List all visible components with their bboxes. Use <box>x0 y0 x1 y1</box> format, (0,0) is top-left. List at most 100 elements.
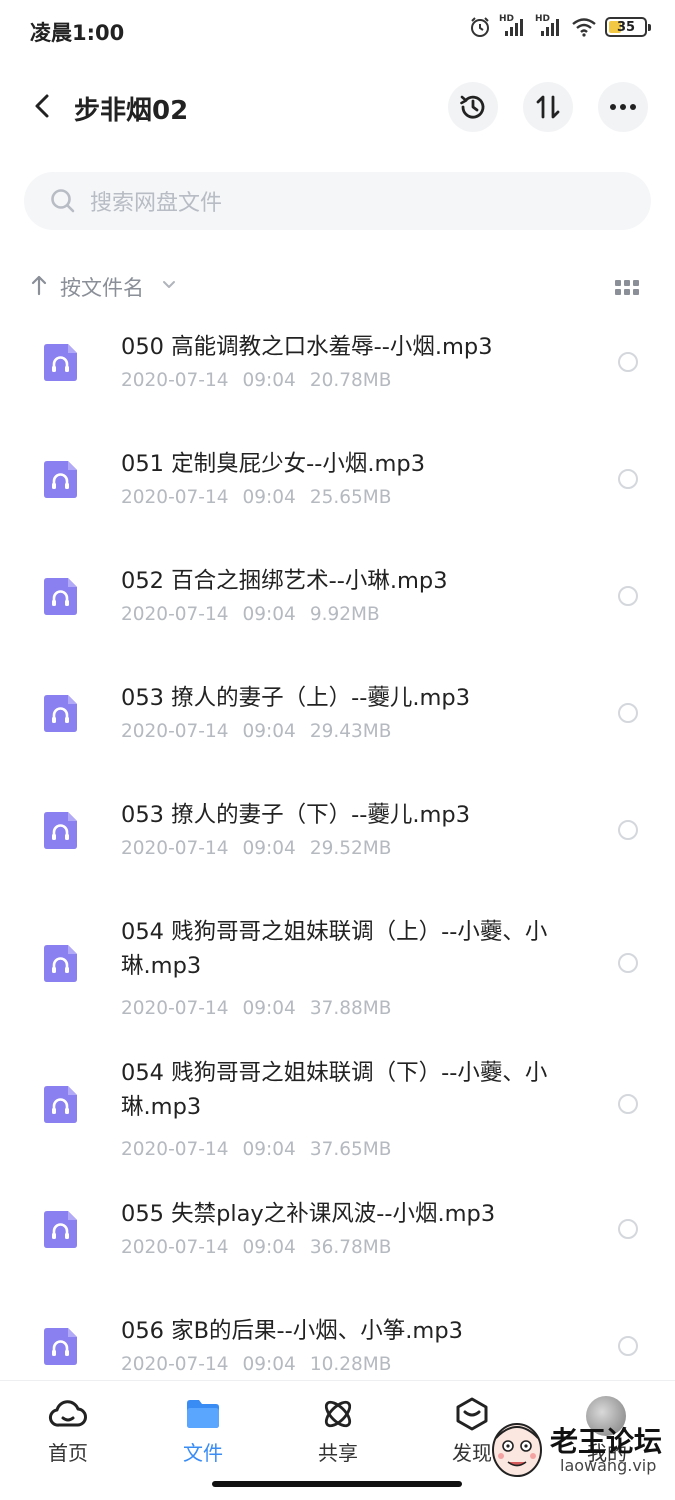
audio-file-icon <box>44 461 77 498</box>
file-size: 29.43MB <box>309 721 392 742</box>
file-row[interactable]: 055 失禁play之补课风波--小烟.mp3 2020-07-14 09:04 36… <box>0 1183 675 1300</box>
cell-signal-icon <box>505 19 523 36</box>
file-date: 2020-07-14 <box>121 998 229 1019</box>
grid-view-icon[interactable] <box>615 278 639 296</box>
status-time: 凌晨1:00 <box>30 21 125 45</box>
sort-row: 按文件名 <box>30 268 645 304</box>
select-checkbox[interactable] <box>618 469 638 489</box>
nav-share[interactable]: 共享 <box>288 1397 388 1466</box>
select-checkbox[interactable] <box>618 1336 638 1356</box>
file-time: 09:04 <box>242 998 296 1019</box>
select-checkbox[interactable] <box>618 820 638 840</box>
sort-option[interactable]: 按文件名 <box>60 272 144 302</box>
battery-indicator: 35 <box>605 17 651 37</box>
audio-file-icon <box>44 1211 77 1248</box>
search-placeholder: 搜索网盘文件 <box>90 191 223 216</box>
file-time: 09:04 <box>242 1139 296 1160</box>
file-name: 054 贱狗哥哥之姐妹联调（上）--小虁、小琳.mp3 <box>121 919 548 979</box>
file-time: 09:04 <box>242 838 296 859</box>
folder-icon <box>187 1400 219 1428</box>
select-checkbox[interactable] <box>618 953 638 973</box>
history-icon <box>460 95 485 119</box>
select-checkbox[interactable] <box>618 586 638 606</box>
alarm-icon <box>471 17 489 37</box>
file-time: 09:04 <box>242 604 296 625</box>
audio-file-icon <box>44 1086 77 1123</box>
file-date: 2020-07-14 <box>121 1354 229 1375</box>
file-row[interactable]: 053 撩人的妻子（上）--虁儿.mp3 2020-07-14 09:04 29.43… <box>0 667 675 784</box>
audio-file-icon <box>44 344 77 381</box>
file-size: 20.78MB <box>309 370 392 391</box>
signal-1: HD <box>499 14 527 38</box>
audio-file-icon <box>44 695 77 732</box>
file-time: 09:04 <box>242 1237 296 1258</box>
file-name: 053 撩人的妻子（下）--虁儿.mp3 <box>121 802 471 828</box>
file-row[interactable]: 052 百合之捆绑艺术--小琳.mp3 2020-07-14 09:04 9.92MB <box>0 550 675 667</box>
file-name: 051 定制臭屁少女--小烟.mp3 <box>121 451 426 477</box>
file-meta: 2020-07-14 09:04 20.78MB <box>121 370 391 391</box>
file-row[interactable]: 051 定制臭屁少女--小烟.mp3 2020-07-14 09:04 25.65MB <box>0 433 675 550</box>
file-row[interactable]: 053 撩人的妻子（下）--虁儿.mp3 2020-07-14 09:04 29.52… <box>0 784 675 901</box>
search-input[interactable]: 搜索网盘文件 <box>24 172 651 230</box>
file-row[interactable]: 050 高能调教之口水羞辱--小烟.mp3 2020-07-14 09:04 20.7… <box>0 316 675 433</box>
select-checkbox[interactable] <box>618 352 638 372</box>
header: 步非烟02 <box>0 72 675 142</box>
back-button[interactable] <box>22 86 62 126</box>
file-meta: 2020-07-14 09:04 37.65MB <box>121 1139 391 1160</box>
audio-file-icon <box>44 945 77 982</box>
watermark-title: 老王论坛 <box>550 1425 663 1458</box>
file-date: 2020-07-14 <box>121 721 229 742</box>
back-icon <box>35 94 49 118</box>
home-indicator[interactable] <box>212 1481 462 1487</box>
select-checkbox[interactable] <box>618 703 638 723</box>
select-checkbox[interactable] <box>618 1219 638 1239</box>
nav-home[interactable]: 首页 <box>18 1397 118 1466</box>
history-button[interactable] <box>448 82 498 132</box>
status-bar: 凌晨1:00 HD HD 35 <box>0 0 675 62</box>
nav-files[interactable]: 文件 <box>153 1397 253 1466</box>
file-meta: 2020-07-14 09:04 29.43MB <box>121 721 391 742</box>
atom-icon <box>324 1400 352 1428</box>
file-row[interactable]: 054 贱狗哥哥之姐妹联调（下）--小虁、小琳.mp3 2020-07-14 09:… <box>0 1042 675 1183</box>
file-size: 10.28MB <box>309 1354 392 1375</box>
file-name: 054 贱狗哥哥之姐妹联调（下）--小虁、小琳.mp3 <box>121 1060 548 1120</box>
file-date: 2020-07-14 <box>121 1237 229 1258</box>
file-date: 2020-07-14 <box>121 1139 229 1160</box>
file-name: 050 高能调教之口水羞辱--小烟.mp3 <box>121 334 493 360</box>
file-time: 09:04 <box>242 1354 296 1375</box>
sort-button[interactable] <box>523 82 573 132</box>
file-meta: 2020-07-14 09:04 9.92MB <box>121 604 380 625</box>
file-size: 29.52MB <box>309 838 392 859</box>
file-time: 09:04 <box>242 487 296 508</box>
file-meta: 2020-07-14 09:04 10.28MB <box>121 1354 391 1375</box>
battery-tip <box>648 24 651 31</box>
file-size: 9.92MB <box>309 604 380 625</box>
file-meta: 2020-07-14 09:04 37.88MB <box>121 998 391 1019</box>
file-row[interactable]: 054 贱狗哥哥之姐妹联调（上）--小虁、小琳.mp3 2020-07-14 09:… <box>0 901 675 1042</box>
file-name: 055 失禁play之补课风波--小烟.mp3 <box>121 1201 496 1227</box>
audio-file-icon <box>44 578 77 615</box>
audio-file-icon <box>44 1328 77 1365</box>
file-meta: 2020-07-14 09:04 36.78MB <box>121 1237 391 1258</box>
file-size: 25.65MB <box>309 487 392 508</box>
file-name: 052 百合之捆绑艺术--小琳.mp3 <box>121 568 448 594</box>
file-date: 2020-07-14 <box>121 370 229 391</box>
chevron-down-icon[interactable] <box>162 280 176 290</box>
arrow-up-icon <box>31 275 47 296</box>
file-name: 053 撩人的妻子（上）--虁儿.mp3 <box>121 685 471 711</box>
select-checkbox[interactable] <box>618 1094 638 1114</box>
more-button[interactable] <box>598 82 648 132</box>
nav-label: 首页 <box>48 1441 88 1465</box>
file-meta: 2020-07-14 09:04 25.65MB <box>121 487 391 508</box>
nav-label: 共享 <box>318 1441 358 1465</box>
file-size: 36.78MB <box>309 1237 392 1258</box>
page-title: 步非烟02 <box>74 96 189 126</box>
file-date: 2020-07-14 <box>121 604 229 625</box>
wifi-icon <box>572 18 596 37</box>
file-time: 09:04 <box>242 370 296 391</box>
sort-icon <box>536 95 560 119</box>
file-size: 37.65MB <box>309 1139 392 1160</box>
search-icon <box>51 189 75 213</box>
file-meta: 2020-07-14 09:04 29.52MB <box>121 838 391 859</box>
file-date: 2020-07-14 <box>121 487 229 508</box>
